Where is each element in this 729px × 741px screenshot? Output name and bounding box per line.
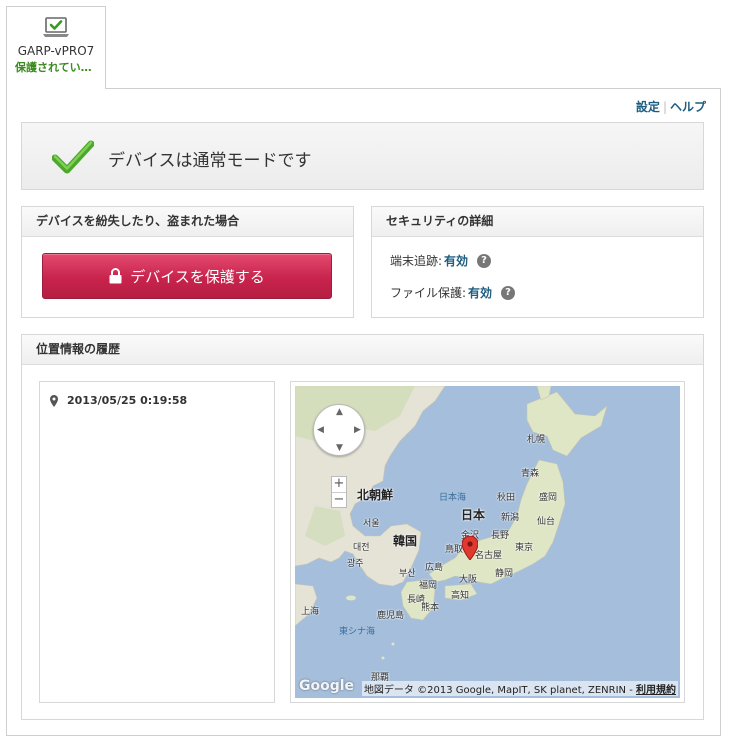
- history-timestamp: 2013/05/25 0:19:58: [67, 394, 188, 407]
- file-protection-row: ファイル保護: 有効 ?: [390, 284, 516, 301]
- file-protection-value: 有効: [468, 286, 493, 300]
- map-label: 新潟: [501, 513, 520, 523]
- protect-button-label: デバイスを保護する: [130, 268, 265, 286]
- status-message: デバイスは通常モードです: [108, 151, 312, 171]
- security-details-panel: セキュリティの詳細 端末追跡: 有効 ? ファイル保護: 有効 ?: [371, 206, 704, 318]
- map[interactable]: 札幌 青森 秋田 盛岡 日本海 北朝鮮 日本 新潟 仙台 서울 長野 金沢 東京…: [295, 386, 680, 698]
- map-container: 札幌 青森 秋田 盛岡 日本海 北朝鮮 日本 新潟 仙台 서울 長野 金沢 東京…: [290, 381, 685, 703]
- tracking-value: 有効: [444, 254, 469, 268]
- link-separator: |: [662, 100, 667, 114]
- laptop-check-icon: [43, 17, 69, 37]
- location-history-panel: 位置情報の履歴 2013/05/25 0:19:58 札幌 青森 秋田 盛岡 日…: [21, 334, 704, 720]
- map-label: 熊本: [421, 603, 440, 613]
- map-label: 광주: [347, 559, 364, 569]
- map-label: 東京: [515, 543, 534, 553]
- map-label: 上海: [301, 607, 320, 617]
- lost-device-panel: デバイスを紛失したり、盗まれた場合 デバイスを保護する: [21, 206, 354, 318]
- map-label: 北朝鮮: [357, 488, 394, 502]
- map-label: 秋田: [497, 493, 516, 503]
- map-label: 盛岡: [539, 493, 558, 503]
- map-label: 서울: [363, 519, 380, 529]
- help-icon[interactable]: ?: [477, 253, 492, 268]
- map-label: 福岡: [419, 581, 438, 591]
- top-links: 設定 | ヘルプ: [636, 98, 706, 115]
- lost-panel-title: デバイスを紛失したり、盗まれた場合: [22, 207, 353, 237]
- help-icon[interactable]: ?: [501, 285, 516, 300]
- location-pin-icon: [50, 394, 58, 407]
- map-pan-control[interactable]: ▲ ▼ ◀ ▶: [313, 404, 365, 456]
- history-panel-title: 位置情報の履歴: [22, 335, 703, 365]
- map-label: 대전: [353, 543, 370, 553]
- checkmark-icon: [52, 140, 94, 174]
- list-item[interactable]: 2013/05/25 0:19:58: [50, 394, 187, 407]
- zoom-out-button[interactable]: −: [332, 492, 346, 507]
- file-protection-label: ファイル保護:: [390, 286, 467, 300]
- map-label: 青森: [521, 469, 540, 479]
- terms-link[interactable]: 利用規約: [636, 685, 676, 696]
- map-label: 札幌: [527, 435, 546, 445]
- map-label: 부산: [399, 569, 416, 579]
- map-label: 広島: [425, 563, 444, 573]
- map-label: 静岡: [495, 569, 514, 579]
- device-status: 保護されてい…: [15, 61, 92, 74]
- device-tab[interactable]: GARP-vPRO7 保護されてい…: [6, 6, 106, 89]
- map-copyright-text: 地図データ ©2013 Google, MapIT, SK planet, ZE…: [363, 685, 633, 696]
- map-label: 高知: [451, 591, 470, 601]
- google-logo: Google: [299, 678, 355, 694]
- map-label: 長野: [491, 531, 510, 541]
- zoom-in-button[interactable]: +: [332, 477, 346, 492]
- protect-device-button[interactable]: デバイスを保護する: [42, 253, 332, 299]
- map-marker-icon[interactable]: [462, 536, 478, 560]
- map-copyright: 地図データ ©2013 Google, MapIT, SK planet, ZE…: [361, 681, 678, 696]
- lock-icon: [109, 268, 122, 284]
- help-link[interactable]: ヘルプ: [670, 100, 706, 114]
- pan-down-icon[interactable]: ▼: [336, 443, 343, 453]
- map-label: 韓国: [393, 534, 418, 548]
- map-label: 名古屋: [475, 551, 503, 561]
- pan-left-icon[interactable]: ◀: [317, 425, 324, 435]
- tracking-row: 端末追跡: 有効 ?: [390, 252, 492, 269]
- tracking-label: 端末追跡:: [390, 254, 443, 268]
- settings-link[interactable]: 設定: [636, 100, 660, 114]
- map-label: 日本海: [439, 493, 467, 503]
- map-label: 東シナ海: [339, 627, 376, 637]
- pan-right-icon[interactable]: ▶: [354, 425, 361, 435]
- history-list: 2013/05/25 0:19:58: [39, 381, 275, 703]
- map-label: 日本: [461, 508, 486, 522]
- map-zoom-control: + −: [331, 476, 347, 508]
- map-label: 鹿児島: [377, 611, 405, 621]
- map-label: 鳥取: [445, 545, 464, 555]
- security-panel-title: セキュリティの詳細: [372, 207, 703, 237]
- pan-up-icon[interactable]: ▲: [336, 407, 343, 417]
- status-banner: デバイスは通常モードです: [21, 122, 704, 190]
- map-label: 仙台: [537, 517, 556, 527]
- map-label: 大阪: [459, 575, 478, 585]
- device-name: GARP-vPRO7: [17, 44, 95, 58]
